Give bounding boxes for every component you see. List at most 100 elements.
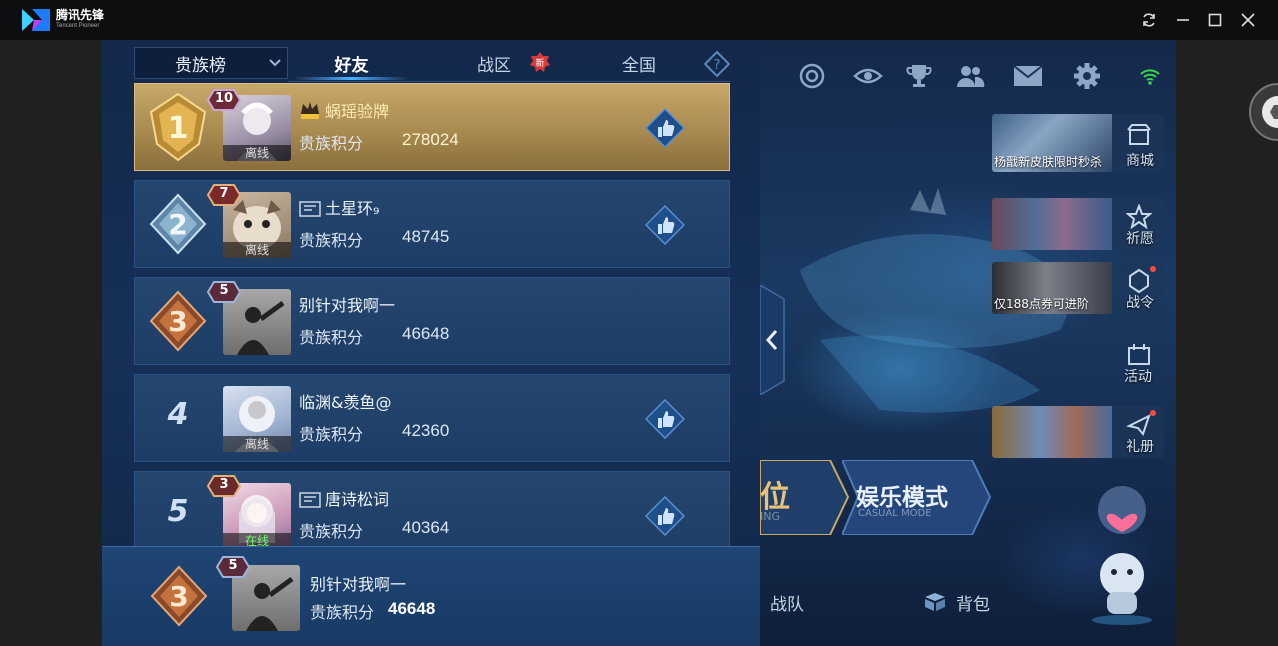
rank-bronze-badge-icon: 3	[150, 565, 208, 627]
my-rank-row: 3 5 别针对我啊一 贵族积分 46648	[102, 546, 760, 646]
rank-silver-badge-icon: 2	[149, 193, 207, 255]
score-label: 贵族积分	[299, 231, 364, 250]
noble-level-badge: 7	[204, 181, 244, 209]
bag-label: 背包	[956, 594, 990, 615]
minimize-button[interactable]	[1173, 10, 1193, 30]
team-button[interactable]: 战队	[770, 582, 804, 622]
app-name: 腾讯先锋	[56, 8, 105, 22]
like-thumb-icon[interactable]	[645, 496, 685, 536]
score-label: 贵族积分	[299, 328, 364, 347]
new-badge-icon: 新	[530, 52, 550, 72]
player-name: 蜗瑶验牌	[299, 98, 389, 122]
battlepass-card[interactable]: 战令 仅188点券可进阶	[992, 262, 1164, 314]
noble-level-text: 7	[219, 186, 229, 201]
casual-mode-label: 娱乐模式	[856, 485, 948, 511]
giftbook-label: 礼册	[1126, 439, 1154, 455]
giftbook-icon	[1126, 414, 1151, 437]
player-status: 离线	[223, 145, 291, 161]
tab-friends[interactable]: 好友	[294, 47, 409, 79]
mail-button[interactable]	[1012, 60, 1044, 92]
player-avatar[interactable]: 离线	[223, 386, 291, 452]
battlepass-caption: 仅188点券可进阶	[994, 297, 1089, 311]
eye-icon	[853, 68, 883, 84]
pet-mascot-icon[interactable]	[1077, 480, 1167, 630]
score-value: 42360	[402, 421, 450, 440]
battlepass-icon	[1129, 268, 1149, 294]
close-icon	[1241, 13, 1255, 27]
rank-bronze-badge-icon: 3	[149, 290, 207, 352]
leaderboard-row-2[interactable]: 2 离线 7 土星环₉ 贵族积分 48745	[134, 180, 730, 268]
svip-crown-icon	[301, 102, 319, 119]
shop-icon	[1127, 124, 1151, 145]
player-status: 离线	[223, 242, 291, 258]
bag-button[interactable]: 背包	[922, 582, 990, 622]
score-value: 46648	[402, 324, 450, 343]
giftbook-card[interactable]: 礼册	[992, 406, 1164, 458]
rank-gold-badge-icon: 1	[149, 92, 207, 162]
like-thumb-icon[interactable]	[645, 108, 685, 148]
casual-mode-sub: CASUAL MODE	[858, 508, 932, 519]
giftbook-banner-image	[992, 406, 1112, 458]
giftbook-red-dot	[1150, 410, 1156, 416]
leaderboard-row-3[interactable]: 3 5 别针对我啊一 贵族积分 46648	[134, 277, 730, 365]
chevron-down-icon	[269, 59, 281, 67]
player-name: 别针对我啊一	[299, 296, 396, 315]
team-label: 战队	[770, 594, 804, 615]
noble-level-badge: 5	[204, 278, 244, 306]
svg-text:?: ?	[714, 58, 721, 73]
minimize-icon	[1177, 19, 1189, 21]
flag-icon	[299, 492, 321, 508]
score-label: 贵族积分	[299, 522, 364, 541]
settings-button[interactable]	[1071, 60, 1103, 92]
tabs-divider	[288, 81, 730, 82]
ranked-mode-button[interactable]: 位 ING	[760, 460, 850, 535]
close-button[interactable]	[1238, 10, 1258, 30]
wifi-status	[1138, 60, 1162, 92]
player-name: 土星环₉	[299, 195, 379, 219]
mail-icon	[1013, 65, 1043, 86]
ranked-mode-sub: ING	[760, 510, 780, 523]
activity-icon	[1128, 344, 1150, 365]
help-icon[interactable]: ?	[704, 51, 730, 77]
window-titlebar: 腾讯先锋 Tencent Pioneer	[0, 0, 1278, 40]
casual-mode-button[interactable]: 娱乐模式 CASUAL MODE	[842, 460, 992, 535]
score-label: 贵族积分	[299, 425, 364, 444]
score-value: 40364	[402, 518, 450, 537]
app-subtitle: Tencent Pioneer	[56, 23, 100, 29]
leaderboard-row-1[interactable]: 1 离线 10 蜗瑶验牌 贵族积分 278024	[134, 83, 730, 171]
app-logo-icon	[22, 9, 50, 31]
my-name: 别针对我啊一	[310, 575, 407, 594]
radar-button[interactable]	[796, 60, 828, 92]
noble-level-badge: 5	[213, 553, 253, 581]
maximize-icon	[1208, 13, 1222, 27]
maximize-button[interactable]	[1205, 10, 1225, 30]
score-value: 48745	[402, 227, 450, 246]
like-thumb-icon[interactable]	[645, 399, 685, 439]
friends-button[interactable]	[954, 60, 986, 92]
game-viewport: 商城 杨戬新皮肤限时秒杀 祈愿 战令 仅188点券可进阶 活动 礼册 位 ING…	[102, 40, 1176, 646]
noble-level-text: 3	[219, 477, 229, 492]
battlepass-red-dot	[1150, 266, 1156, 272]
wish-card[interactable]: 祈愿	[992, 198, 1164, 250]
letterbox-right	[1176, 40, 1278, 646]
wish-label: 祈愿	[1126, 231, 1154, 247]
svg-text:新: 新	[535, 57, 544, 69]
like-thumb-icon[interactable]	[645, 205, 685, 245]
leaderboard-type-dropdown[interactable]: 贵族榜	[134, 47, 288, 79]
noble-level-text: 5	[219, 283, 229, 298]
my-score-value: 46648	[388, 599, 436, 618]
player-name: 临渊&羡鱼@	[299, 393, 392, 412]
friends-icon	[957, 66, 985, 87]
floating-ball-icon[interactable]	[1238, 82, 1278, 142]
refresh-icon	[1143, 13, 1155, 27]
trophy-button[interactable]	[903, 60, 935, 92]
activity-button[interactable]: 活动	[1112, 338, 1164, 390]
refresh-button[interactable]	[1139, 10, 1159, 30]
tab-national[interactable]: 全国	[579, 47, 699, 79]
shop-card[interactable]: 商城 杨戬新皮肤限时秒杀	[992, 114, 1164, 172]
leaderboard-row-4[interactable]: 4 离线 临渊&羡鱼@ 贵族积分 42360	[134, 374, 730, 462]
collapse-panel-button[interactable]	[760, 285, 792, 395]
activity-label: 活动	[1124, 369, 1152, 385]
spectate-button[interactable]	[852, 60, 884, 92]
leaderboard-tabs: 贵族榜 好友 战区 新 全国 ?	[134, 47, 730, 82]
